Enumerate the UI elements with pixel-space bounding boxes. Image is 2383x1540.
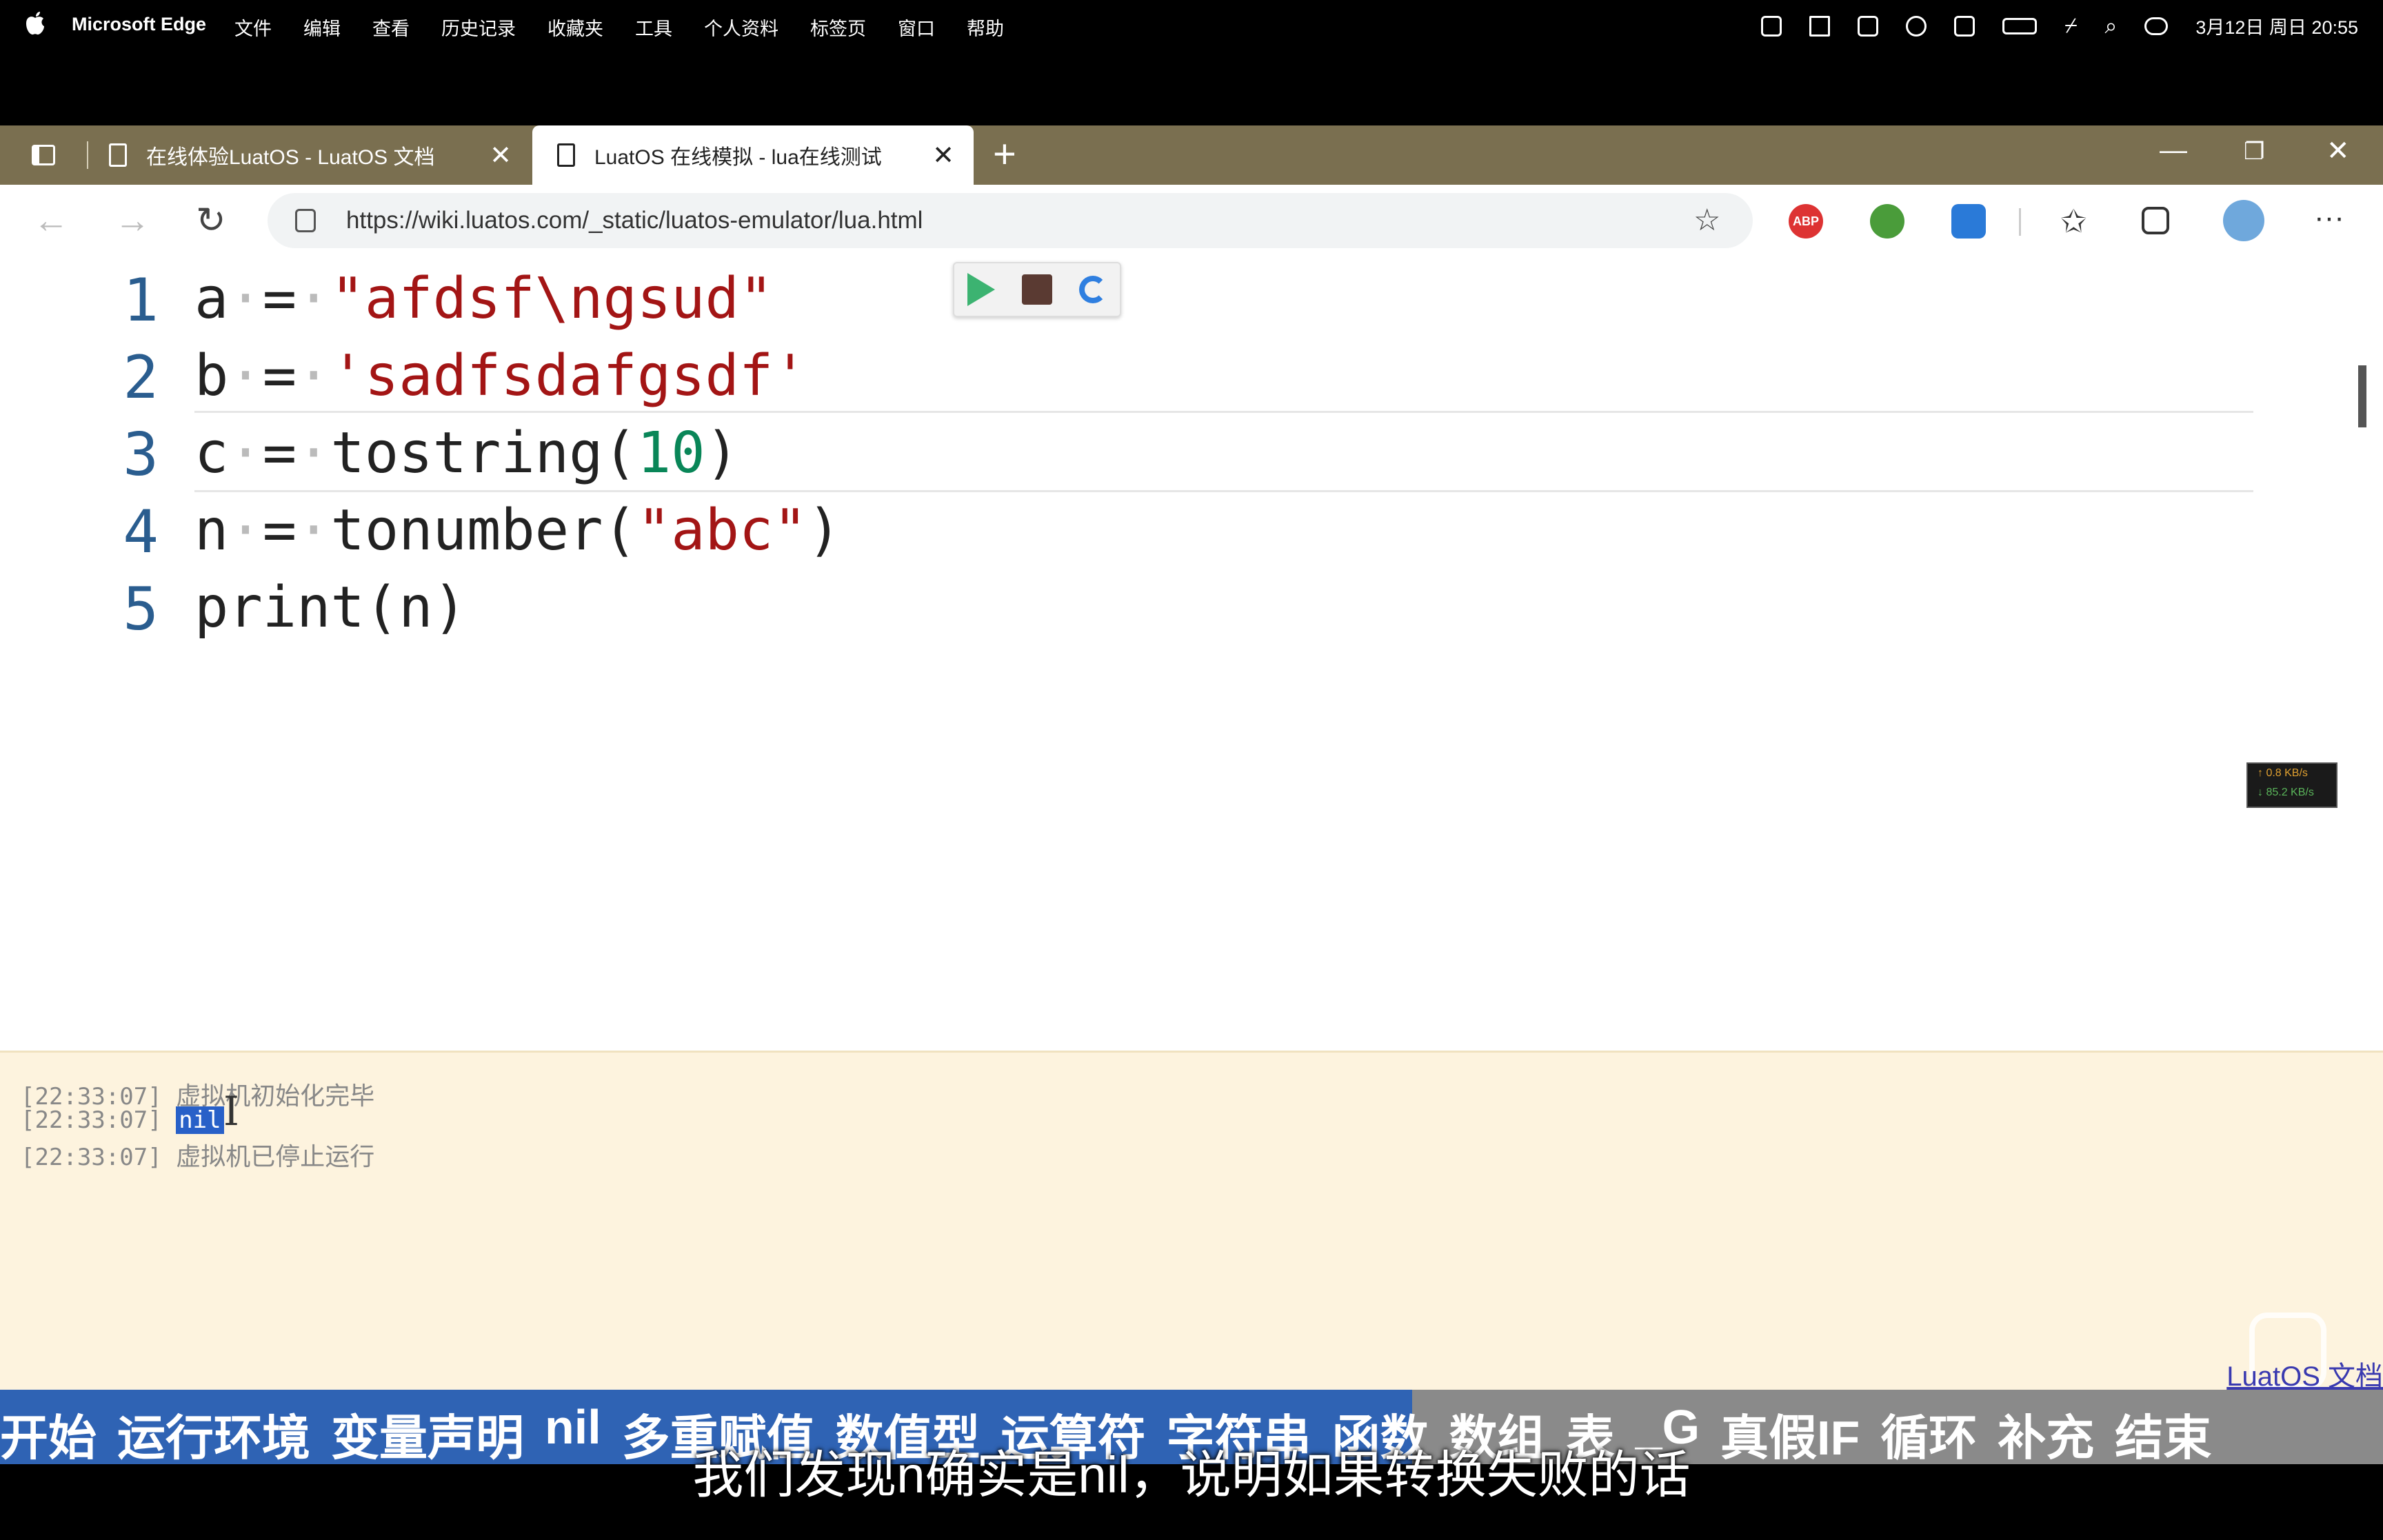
window-gap	[0, 50, 2383, 125]
menu-window[interactable]: 窗口	[898, 14, 935, 41]
code-line-5[interactable]: print(n)	[194, 575, 467, 640]
bookmark-icon[interactable]	[1809, 15, 1831, 37]
restore-icon[interactable]: ❐	[2244, 138, 2264, 165]
scrollbar-thumb[interactable]	[2358, 365, 2366, 427]
menu-favorites[interactable]: 收藏夹	[547, 14, 603, 41]
play-icon[interactable]	[967, 273, 996, 306]
menu-help[interactable]: 帮助	[967, 14, 1004, 41]
control-center-icon[interactable]	[2144, 17, 2169, 35]
upload-speed: ↑ 0.8 KB/s	[2258, 767, 2308, 779]
more-menu-icon[interactable]: ···	[2314, 203, 2349, 239]
adblock-extension-icon[interactable]: ABP	[1789, 204, 1823, 239]
status-area: ⌿ ⌕ 3月12日 周日 20:55	[1761, 12, 2358, 39]
menu-edit[interactable]: 编辑	[303, 14, 341, 41]
string-literal: "abc"	[636, 498, 807, 563]
sidebar-toggle-icon[interactable]	[32, 145, 55, 165]
toolbar-divider	[2019, 208, 2021, 236]
code-token: c	[194, 421, 229, 486]
code-line-3[interactable]: c·=·tostring(10)	[194, 421, 739, 486]
log-timestamp: [22:33:07]	[21, 1106, 162, 1134]
tab-title: LuatOS 在线模拟 - lua在线测试	[594, 146, 882, 169]
log-line: [22:33:07] nil	[21, 1106, 224, 1134]
code-token: )	[705, 421, 739, 486]
function-call: tostring(	[330, 421, 637, 486]
app-name[interactable]: Microsoft Edge	[72, 14, 206, 35]
line-number: 2	[123, 343, 159, 412]
code-token: a	[194, 266, 229, 332]
close-window-icon[interactable]: ✕	[2326, 135, 2350, 167]
apple-logo-icon[interactable]	[25, 11, 46, 36]
back-icon[interactable]: ←	[33, 200, 69, 241]
refresh-icon[interactable]: ↻	[196, 200, 226, 241]
menu-history[interactable]: 历史记录	[441, 14, 516, 41]
tab-luatos-docs[interactable]: 在线体验LuatOS - LuatOS 文档 ✕	[0, 125, 531, 185]
profile-avatar[interactable]	[2223, 200, 2264, 241]
code-token: b	[194, 343, 229, 409]
code-line-4[interactable]: n·=·tonumber("abc")	[194, 498, 841, 563]
menu-view[interactable]: 查看	[372, 14, 410, 41]
page-icon	[557, 143, 575, 167]
dictation-icon[interactable]	[1954, 15, 1975, 37]
clock[interactable]: 3月12日 周日 20:55	[2195, 12, 2358, 39]
collections-icon[interactable]	[2142, 207, 2169, 234]
log-message: 虚拟机初始化完毕	[176, 1082, 375, 1110]
keyboard-icon[interactable]	[1858, 15, 1879, 37]
text-cursor-icon: I	[223, 1088, 239, 1135]
address-bar[interactable]: https://wiki.luatos.com/_static/luatos-e…	[268, 193, 1753, 248]
new-tab-icon[interactable]: +	[993, 131, 1016, 177]
play-circle-icon[interactable]	[1906, 15, 1927, 37]
menu-profile[interactable]: 个人资料	[704, 14, 778, 41]
translate-extension-icon[interactable]	[1951, 204, 1986, 239]
code-editor[interactable]: 1 a·=·"afdsf\ngsud" 2 b·=·'sadfsdafgsdf'…	[0, 256, 2383, 1051]
menu-tools[interactable]: 工具	[635, 14, 672, 41]
reload-icon[interactable]	[1078, 276, 1107, 303]
line-number: 4	[123, 498, 159, 567]
log-timestamp: [22:33:07]	[21, 1144, 162, 1171]
wifi-off-icon[interactable]: ⌿	[2064, 14, 2077, 38]
page-icon	[109, 143, 127, 167]
tab-strip: 在线体验LuatOS - LuatOS 文档 ✕ LuatOS 在线模拟 - l…	[0, 125, 2383, 185]
line-number: 5	[123, 575, 159, 644]
code-token: n	[194, 498, 229, 563]
log-line: [22:33:07] 虚拟机已停止运行	[21, 1137, 374, 1173]
globe-extension-icon[interactable]	[1870, 204, 1904, 239]
tab-divider	[87, 141, 88, 169]
menu-tabs[interactable]: 标签页	[810, 14, 866, 41]
url-text[interactable]: https://wiki.luatos.com/_static/luatos-e…	[346, 207, 1693, 234]
minimize-icon[interactable]: —	[2160, 135, 2187, 166]
tab-close-icon[interactable]: ✕	[490, 140, 512, 171]
line-number: 1	[123, 266, 159, 335]
number-literal: 10	[636, 421, 705, 486]
string-literal: "afdsf\ngsud"	[330, 266, 774, 332]
browser-toolbar: ← → ↻ https://wiki.luatos.com/_static/lu…	[0, 185, 2383, 258]
stage-manager-icon[interactable]	[1761, 15, 1782, 37]
footer-docs-link[interactable]: LuatOS 文档	[2226, 1354, 2383, 1394]
download-speed: ↓ 85.2 KB/s	[2258, 787, 2314, 798]
string-literal: 'sadfsdafgsdf'	[330, 343, 807, 409]
favorites-icon[interactable]: ✩	[2060, 204, 2095, 239]
tab-title: 在线体验LuatOS - LuatOS 文档	[146, 146, 435, 169]
selected-text[interactable]: nil	[176, 1106, 224, 1134]
macos-menubar: Microsoft Edge 文件 编辑 查看 历史记录 收藏夹 工具 个人资料…	[0, 0, 2383, 50]
network-speed-widget: ↑ 0.8 KB/s ↓ 85.2 KB/s	[2246, 762, 2337, 808]
app-menus: 文件 编辑 查看 历史记录 收藏夹 工具 个人资料 标签页 窗口 帮助	[234, 14, 1004, 41]
line-number: 3	[123, 421, 159, 489]
tab-luatos-emulator[interactable]: LuatOS 在线模拟 - lua在线测试 ✕	[532, 125, 974, 185]
code-token: )	[807, 498, 842, 563]
function-call: tonumber(	[330, 498, 637, 563]
lock-icon[interactable]	[295, 209, 316, 232]
log-message: 虚拟机已停止运行	[176, 1142, 375, 1171]
add-favorite-icon[interactable]: ☆	[1693, 205, 1725, 236]
tab-close-icon[interactable]: ✕	[932, 140, 954, 171]
console-output[interactable]: [22:33:07] 虚拟机初始化完毕 [22:33:07] nil [22:3…	[0, 1051, 2383, 1397]
code-line-1[interactable]: a·=·"afdsf\ngsud"	[194, 266, 773, 332]
battery-icon[interactable]	[2002, 17, 2038, 34]
stop-icon[interactable]	[1021, 274, 1052, 305]
menu-file[interactable]: 文件	[234, 14, 272, 41]
search-icon[interactable]: ⌕	[2104, 13, 2117, 39]
run-toolbar	[953, 262, 1121, 317]
code-line-2[interactable]: b·=·'sadfsdafgsdf'	[194, 343, 807, 409]
video-subtitle: 我们发现n确实是nil，说明如果转换失败的话	[692, 1446, 1691, 1503]
forward-icon[interactable]: →	[114, 200, 150, 241]
